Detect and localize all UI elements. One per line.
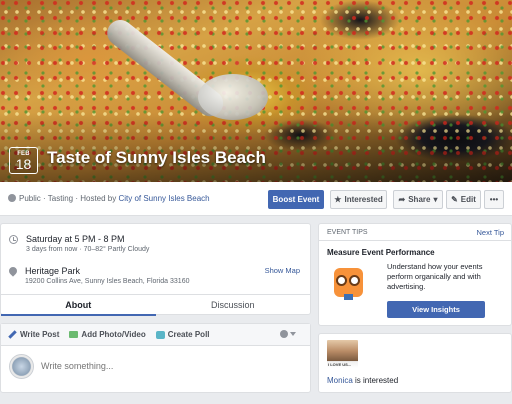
tip-description: Understand how your events perform organ… [387,262,483,291]
photo-icon [69,331,79,338]
event-tips-label: EVENT TIPS [327,229,368,236]
avatar [9,354,34,379]
chevron-down-icon: ▾ [433,195,438,204]
show-map-link[interactable]: Show Map [265,266,300,275]
create-poll-tab[interactable]: Create Poll [155,330,210,339]
write-something-input[interactable] [41,361,291,371]
write-post-tab[interactable]: Write Post [8,330,59,339]
clock-icon [9,235,18,244]
next-tip-link[interactable]: Next Tip [476,228,504,237]
friend-photo[interactable]: I LOVE US... [327,340,358,368]
venue-name[interactable]: Heritage Park [25,266,189,276]
event-weather: 3 days from now · 70–82° Partly Cloudy [26,246,150,253]
event-action-bar: Public · Tasting · Hosted by City of Sun… [0,182,512,216]
pencil-icon [8,330,17,339]
insights-owl-icon [332,264,365,302]
interested-button[interactable]: ★ Interested [330,190,387,209]
friend-activity-text: Monica is interested [327,376,399,385]
event-time-row: Saturday at 5 PM - 8 PM 3 days from now … [9,234,149,253]
globe-icon [8,194,16,202]
event-meta: Public · Tasting · Hosted by City of Sun… [8,194,210,203]
globe-icon [280,330,288,338]
map-pin-icon [7,265,19,277]
pencil-icon: ✎ [451,195,458,204]
view-insights-button[interactable]: View Insights [387,301,485,318]
photo-caption: I LOVE US... [328,362,352,367]
boost-event-button[interactable]: Boost Event [268,190,324,209]
event-tips-card: EVENT TIPS Next Tip Measure Event Perfor… [318,223,512,326]
share-button[interactable]: ➦ Share ▾ [393,190,443,209]
poll-icon [155,330,165,339]
venue-address: 19200 Collins Ave, Sunny Isles Beach, Fl… [25,278,190,285]
host-link[interactable]: City of Sunny Isles Beach [118,194,209,203]
event-tabs: About Discussion [1,294,310,316]
share-icon: ➦ [398,195,406,204]
event-date-badge: FEB 18 [9,147,38,174]
edit-button[interactable]: ✎ Edit [446,190,481,209]
audience-selector[interactable] [280,330,296,338]
event-location-row: Heritage Park 19200 Collins Ave, Sunny I… [7,265,190,285]
event-cover-photo: FEB 18 Taste of Sunny Isles Beach [0,0,512,182]
post-composer: Write Post Add Photo/Video Create Poll [0,323,311,393]
more-options-button[interactable]: ••• [484,190,504,209]
star-icon: ★ [334,195,342,204]
event-datetime: Saturday at 5 PM - 8 PM [26,234,125,244]
event-title: Taste of Sunny Isles Beach [47,148,266,167]
event-details-card: Saturday at 5 PM - 8 PM 3 days from now … [0,223,311,316]
friend-activity-card: I LOVE US... Monica is interested [318,333,512,393]
add-photo-video-tab[interactable]: Add Photo/Video [69,330,146,339]
tab-discussion[interactable]: Discussion [156,295,311,316]
composer-tabs: Write Post Add Photo/Video Create Poll [1,324,310,346]
event-day: 18 [15,156,32,172]
chevron-down-icon [290,332,296,336]
friend-name-link[interactable]: Monica [327,376,353,385]
tip-title: Measure Event Performance [327,248,435,257]
tab-about[interactable]: About [1,295,156,316]
